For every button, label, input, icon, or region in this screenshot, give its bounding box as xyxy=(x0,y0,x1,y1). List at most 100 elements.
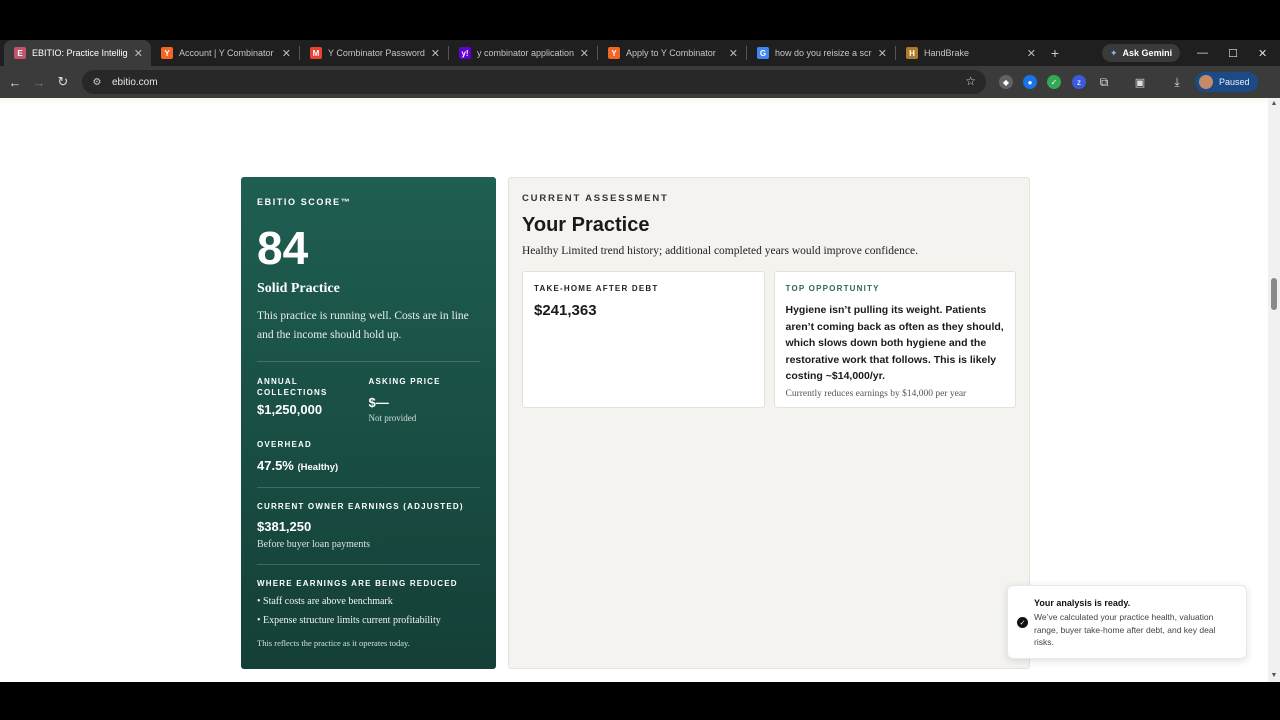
tab-favicon-icon: M xyxy=(310,47,322,59)
overhead-metric: OVERHEAD 47.5% (Healthy) xyxy=(257,439,374,473)
browser-tab-strip: E EBITIO: Practice Intelligence ✕ Y Account … xyxy=(0,40,1280,66)
overhead-status: (Healthy) xyxy=(297,462,339,473)
check-circle-icon: ✓ xyxy=(1017,617,1028,628)
tab-label: Apply to Y Combinator xyxy=(626,48,716,58)
scroll-down-arrow-icon[interactable]: ▼ xyxy=(1270,672,1278,680)
browser-tab[interactable]: y! y combinator application - ✕ xyxy=(449,40,597,66)
screen-bottom-black-bar xyxy=(0,682,1280,720)
reduction-item: • Staff costs are above benchmark xyxy=(257,596,393,607)
take-home-card: TAKE-HOME AFTER DEBT $241,363 xyxy=(522,271,765,408)
toast-title: Your analysis is ready. xyxy=(1034,598,1131,608)
tab-search-icon[interactable]: ▣ xyxy=(1133,75,1147,89)
score-eyebrow: EBITIO SCORE™ xyxy=(257,197,352,207)
close-window-icon[interactable]: ✕ xyxy=(1258,44,1267,62)
new-tab-button[interactable]: + xyxy=(1044,45,1066,61)
tab-favicon-icon: Y xyxy=(161,47,173,59)
annual-collections-value: $1,250,000 xyxy=(257,402,323,417)
annual-collections-metric: ANNUAL COLLECTIONS $1,250,000 xyxy=(257,376,369,423)
tab-close-icon[interactable]: ✕ xyxy=(431,47,440,60)
extensions-puzzle-icon[interactable]: ⧉ xyxy=(1097,75,1111,89)
tab-close-icon[interactable]: ✕ xyxy=(729,47,738,60)
reductions-divider xyxy=(257,564,480,565)
toast-body: We’ve calculated your practice health, v… xyxy=(1034,612,1216,647)
assessment-cards: TAKE-HOME AFTER DEBT $241,363 TOP OPPORT… xyxy=(522,271,1016,408)
tab-favicon-icon: Y xyxy=(608,47,620,59)
page-top-fade xyxy=(0,98,1268,106)
tab-close-icon[interactable]: ✕ xyxy=(282,47,291,60)
tab-favicon-icon: E xyxy=(14,47,26,59)
top-opportunity-card: TOP OPPORTUNITY Hygiene isn’t pulling it… xyxy=(773,271,1016,408)
scrollbar-thumb[interactable] xyxy=(1271,278,1277,310)
top-opportunity-note: Currently reduces earnings by $14,000 pe… xyxy=(785,388,967,399)
asking-price-metric: ASKING PRICE $— Not provided xyxy=(369,376,481,423)
profile-paused-button[interactable]: Paused xyxy=(1195,72,1258,92)
back-arrow-icon[interactable]: ← xyxy=(3,75,27,90)
score-footnote: This reflects the practice as it operate… xyxy=(257,638,410,648)
address-bar[interactable]: ⚙ ebitio.com ☆ xyxy=(82,70,986,94)
site-settings-icon[interactable]: ⚙ xyxy=(90,75,104,89)
tab-close-icon[interactable]: ✕ xyxy=(580,47,589,60)
owner-earnings-value: $381,250 xyxy=(257,519,312,534)
top-opportunity-label: TOP OPPORTUNITY xyxy=(785,284,880,293)
reductions-label: WHERE EARNINGS ARE BEING REDUCED xyxy=(257,579,458,588)
browser-tab[interactable]: Y Account | Y Combinator ✕ xyxy=(151,40,299,66)
reload-icon[interactable]: ↻ xyxy=(51,74,75,90)
extension-green-check-icon[interactable]: ✓ xyxy=(1047,75,1061,89)
forward-arrow-icon[interactable]: → xyxy=(27,75,51,90)
analysis-ready-toast[interactable]: ✓ Your analysis is ready. We’ve calculat… xyxy=(1007,585,1247,659)
tab-label: Account | Y Combinator xyxy=(179,48,274,58)
profile-avatar xyxy=(1199,75,1213,89)
extension-zoom-icon[interactable]: z xyxy=(1072,75,1086,89)
assessment-eyebrow: CURRENT ASSESSMENT xyxy=(522,193,669,204)
tab-label: how do you reisize a scree xyxy=(775,48,872,58)
page-scrollbar[interactable]: ▲ ▼ xyxy=(1268,98,1280,682)
assessment-subtitle: Healthy Limited trend history; additiona… xyxy=(522,245,918,257)
top-opportunity-text: Hygiene isn’t pulling its weight. Patien… xyxy=(785,304,1004,382)
maximize-window-icon[interactable]: ☐ xyxy=(1228,44,1238,62)
extension-shield-icon[interactable]: ◆ xyxy=(999,75,1013,89)
overhead-value: 47.5% xyxy=(257,458,294,473)
metrics-row: ANNUAL COLLECTIONS $1,250,000 ASKING PRI… xyxy=(257,376,480,423)
downloads-icon[interactable]: ⤓ xyxy=(1170,75,1184,89)
tab-label: Y Combinator Password Re xyxy=(328,48,425,58)
scroll-up-arrow-icon[interactable]: ▲ xyxy=(1270,100,1278,108)
ask-gemini-button[interactable]: ✦ Ask Gemini xyxy=(1102,44,1181,62)
score-rating-label: Solid Practice xyxy=(257,281,340,296)
page-viewport: EBITIO SCORE™ 84 Solid Practice This pra… xyxy=(0,98,1268,682)
ebitio-score-card: EBITIO SCORE™ 84 Solid Practice This pra… xyxy=(241,177,496,669)
assessment-title: Your Practice xyxy=(522,214,650,236)
url-text: ebitio.com xyxy=(112,76,158,88)
annual-collections-label: ANNUAL COLLECTIONS xyxy=(257,377,328,397)
current-assessment-panel: CURRENT ASSESSMENT Your Practice Healthy… xyxy=(508,177,1030,669)
owner-earnings-note: Before buyer loan payments xyxy=(257,539,371,550)
tab-close-icon[interactable]: ✕ xyxy=(134,47,143,60)
bookmark-star-icon[interactable]: ☆ xyxy=(965,74,976,88)
browser-tab[interactable]: Y Apply to Y Combinator ✕ xyxy=(598,40,746,66)
browser-tab[interactable]: M Y Combinator Password Re ✕ xyxy=(300,40,448,66)
score-divider xyxy=(257,361,480,362)
ask-gemini-label: Ask Gemini xyxy=(1122,48,1173,58)
earnings-divider xyxy=(257,487,480,488)
browser-tab[interactable]: E EBITIO: Practice Intelligence ✕ xyxy=(4,40,151,66)
tab-label: y combinator application - xyxy=(477,48,574,58)
overhead-label: OVERHEAD xyxy=(257,440,312,449)
take-home-value: $241,363 xyxy=(534,302,597,319)
tab-close-icon[interactable]: ✕ xyxy=(878,47,887,60)
browser-toolbar: ← → ↻ ⚙ ebitio.com ☆ xyxy=(0,66,1280,98)
tab-label: HandBrake xyxy=(924,48,970,58)
browser-tab[interactable]: H HandBrake ✕ xyxy=(896,40,1044,66)
tab-favicon-icon: y! xyxy=(459,47,471,59)
browser-tab[interactable]: Ghow do you reisize a scree ✕ xyxy=(747,40,895,66)
overhead-value-line: 47.5% (Healthy) xyxy=(257,458,374,473)
asking-price-value: $— xyxy=(368,395,389,410)
asking-price-label: ASKING PRICE xyxy=(368,377,441,386)
minimize-window-icon[interactable]: — xyxy=(1197,44,1208,62)
tab-label: EBITIO: Practice Intelligence xyxy=(32,48,128,58)
tab-close-icon[interactable]: ✕ xyxy=(1027,47,1036,60)
score-description: This practice is running well. Costs are… xyxy=(257,310,469,341)
asking-price-note: Not provided xyxy=(368,413,417,423)
tab-favicon-icon: H xyxy=(906,47,918,59)
extension-blue-dot-icon[interactable]: ● xyxy=(1023,75,1037,89)
screen-top-black-bar xyxy=(0,0,1280,40)
owner-earnings-label: CURRENT OWNER EARNINGS (ADJUSTED) xyxy=(257,502,464,511)
